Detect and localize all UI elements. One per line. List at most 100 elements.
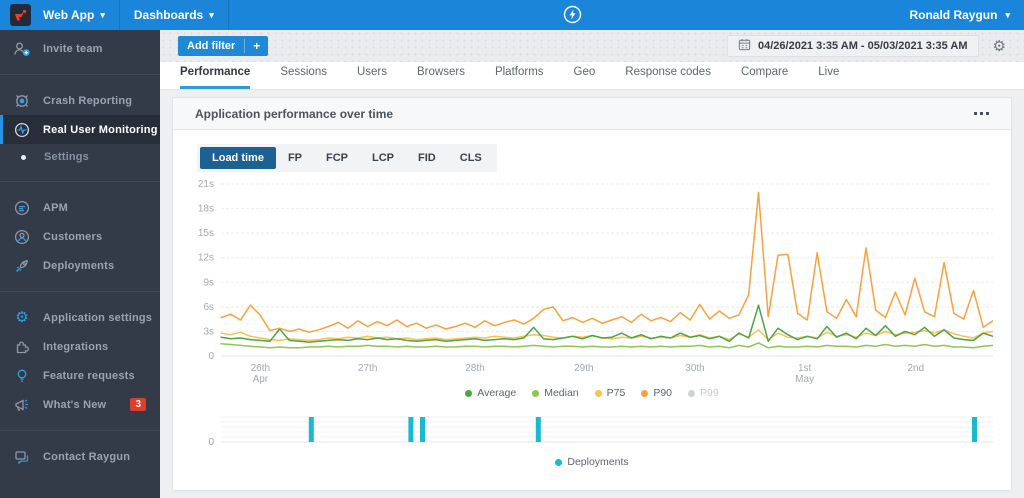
svg-text:2nd: 2nd: [907, 363, 924, 374]
sidebar-item-customers[interactable]: Customers: [0, 222, 160, 251]
sidebar: Invite team Crash Reporting Real User Mo: [0, 30, 160, 498]
performance-line-chart[interactable]: 0 3s 6s 9s 12s 15s 18s 21s 26thApr 27th 28th 29th 30…: [177, 178, 994, 385]
tabs-bar: Performance Sessions Users Browsers Plat…: [160, 62, 1024, 90]
real-user-monitoring-icon: [13, 121, 31, 139]
sidebar-item-whats-new[interactable]: What's New 3: [0, 390, 160, 419]
sidebar-item-application-settings[interactable]: ⚙ Application settings: [0, 303, 160, 332]
date-range-picker[interactable]: 04/26/2021 3:35 AM - 05/03/2021 3:35 AM: [727, 35, 979, 57]
svg-text:12s: 12s: [198, 253, 214, 264]
user-menu-label: Ronald Raygun: [909, 8, 998, 22]
legend-item-p99[interactable]: P99: [688, 387, 719, 399]
legend-label: Average: [477, 387, 517, 399]
legend-label: Median: [544, 387, 579, 399]
sidebar-item-contact-raygun[interactable]: Contact Raygun: [0, 442, 160, 471]
svg-text:28th: 28th: [465, 363, 484, 374]
divider: [0, 291, 160, 292]
svg-text:May: May: [795, 374, 814, 384]
legend-item-average[interactable]: Average: [465, 387, 516, 399]
metric-tab-fp[interactable]: FP: [276, 147, 314, 169]
sidebar-item-feature-requests[interactable]: Feature requests: [0, 361, 160, 390]
legend-dot-icon: [555, 458, 563, 466]
gear-icon: ⚙: [15, 308, 29, 326]
sidebar-item-label: APM: [43, 201, 69, 214]
sidebar-item-deployments[interactable]: Deployments: [0, 251, 160, 280]
sidebar-item-invite-team[interactable]: Invite team: [0, 34, 160, 63]
legend-dot-icon: [532, 389, 540, 397]
sidebar-item-label: Real User Monitoring: [43, 123, 158, 136]
chat-icon: [13, 448, 31, 466]
sidebar-item-label: Invite team: [43, 42, 103, 55]
calendar-icon: [738, 38, 751, 54]
legend-label: P90: [653, 387, 673, 399]
tab-live[interactable]: Live: [818, 66, 839, 89]
tab-response-codes[interactable]: Response codes: [625, 66, 711, 89]
main-area: Add filter + 04/26/2021 3:35 AM - 05/03/…: [160, 30, 1024, 498]
tab-platforms[interactable]: Platforms: [495, 66, 544, 89]
content-area: Application performance over time Load t…: [160, 90, 1024, 498]
bullet-icon: [21, 154, 26, 160]
legend-item-deployments[interactable]: Deployments: [555, 456, 629, 468]
tab-performance[interactable]: Performance: [180, 66, 251, 89]
panel-body: Load time FP FCP LCP FID CLS 0 3s 6s 9s 12s 1…: [173, 130, 1011, 468]
metric-tab-fcp[interactable]: FCP: [314, 147, 360, 169]
divider: [0, 430, 160, 431]
svg-text:21s: 21s: [198, 179, 214, 190]
performance-panel: Application performance over time Load t…: [172, 97, 1012, 491]
svg-text:1st: 1st: [798, 363, 812, 374]
add-filter-label: Add filter: [187, 40, 236, 52]
legend-dot-icon: [594, 389, 602, 397]
gear-icon[interactable]: ⚙: [993, 38, 1006, 54]
legend-item-p75[interactable]: P75: [594, 387, 625, 399]
divider: [227, 0, 229, 30]
legend-item-median[interactable]: Median: [532, 387, 579, 399]
sidebar-item-label: Application settings: [43, 311, 153, 324]
svg-text:Apr: Apr: [253, 374, 269, 384]
tab-browsers[interactable]: Browsers: [417, 66, 465, 89]
ellipsis-menu-icon[interactable]: [970, 108, 993, 119]
crash-reporting-icon: [13, 92, 31, 110]
sidebar-item-real-user-monitoring[interactable]: Real User Monitoring: [0, 115, 160, 144]
svg-text:9s: 9s: [203, 277, 214, 288]
svg-text:30th: 30th: [685, 363, 704, 374]
svg-text:15s: 15s: [198, 228, 214, 239]
sidebar-item-label: Crash Reporting: [43, 94, 133, 107]
add-filter-button[interactable]: Add filter +: [178, 36, 269, 56]
sidebar-item-settings[interactable]: Settings: [0, 144, 160, 170]
tab-users[interactable]: Users: [357, 66, 387, 89]
app-switcher-label: Web App: [43, 8, 95, 22]
app-switcher[interactable]: Web App ▾: [43, 0, 119, 30]
svg-text:29th: 29th: [574, 363, 593, 374]
metric-tab-load-time[interactable]: Load time: [200, 147, 276, 169]
plus-icon: +: [244, 39, 268, 53]
deployments-bar-chart[interactable]: 0: [177, 413, 993, 449]
sidebar-item-crash-reporting[interactable]: Crash Reporting: [0, 86, 160, 115]
invite-team-icon: [13, 40, 31, 58]
user-menu[interactable]: Ronald Raygun ▾: [909, 0, 1010, 30]
sidebar-item-apm[interactable]: APM: [0, 193, 160, 222]
raygun-logo-icon[interactable]: [10, 4, 31, 26]
metric-tab-lcp[interactable]: LCP: [360, 147, 406, 169]
metric-tab-group: Load time FP FCP LCP FID CLS: [197, 144, 497, 172]
legend-dot-icon: [465, 389, 473, 397]
tab-geo[interactable]: Geo: [574, 66, 596, 89]
dashboards-menu[interactable]: Dashboards ▾: [120, 0, 228, 30]
metric-tab-fid[interactable]: FID: [406, 147, 448, 169]
lightning-bolt-icon[interactable]: [562, 4, 583, 30]
lightbulb-icon: [13, 367, 31, 385]
top-bar: Web App ▾ Dashboards ▾ Ronald Raygun ▾: [0, 0, 1024, 30]
tab-compare[interactable]: Compare: [741, 66, 788, 89]
svg-text:6s: 6s: [203, 302, 214, 313]
sidebar-item-label: What's New: [43, 398, 107, 411]
sidebar-item-label: Deployments: [43, 259, 115, 272]
metric-tab-cls[interactable]: CLS: [448, 147, 494, 169]
legend-item-p90[interactable]: P90: [641, 387, 672, 399]
svg-text:0: 0: [208, 351, 214, 362]
tab-sessions[interactable]: Sessions: [280, 66, 327, 89]
chevron-down-icon: ▾: [100, 9, 105, 20]
sidebar-item-label: Contact Raygun: [43, 450, 131, 463]
sidebar-item-integrations[interactable]: Integrations: [0, 332, 160, 361]
sidebar-item-label: Feature requests: [43, 369, 135, 382]
chevron-down-icon: ▾: [209, 9, 214, 20]
apm-icon: [13, 199, 31, 217]
deployments-icon: [13, 257, 31, 275]
